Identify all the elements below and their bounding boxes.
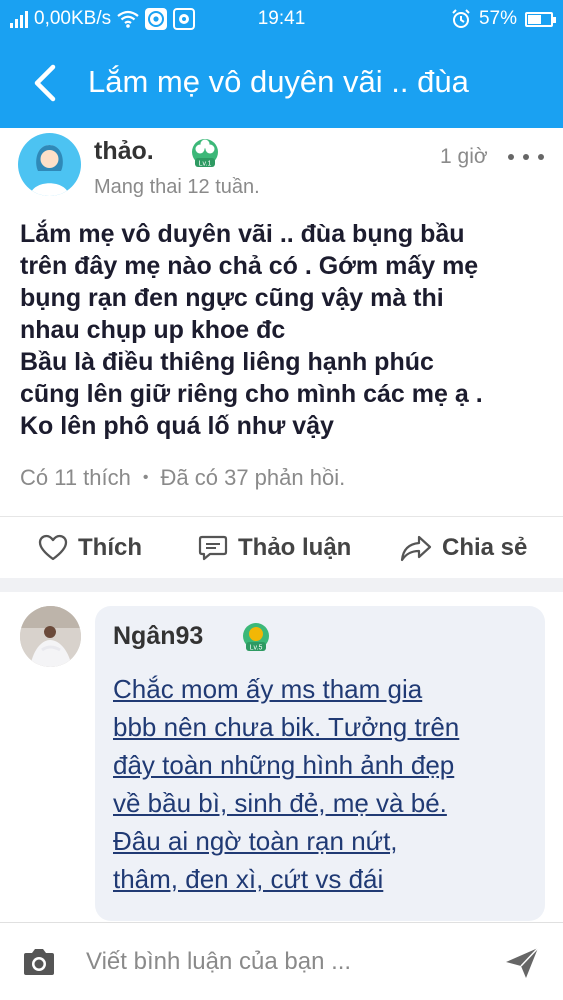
comment-author-avatar[interactable] [20, 606, 81, 667]
more-options-button[interactable] [508, 145, 544, 169]
avatar-user-icon [30, 145, 69, 196]
alarm-icon [452, 9, 470, 28]
share-icon [400, 535, 432, 561]
post-time: 1 giờ [440, 145, 488, 168]
share-button[interactable]: Chia sẻ [400, 517, 527, 578]
post-body-line: nhau chụp up khoe đc [20, 316, 286, 344]
post-author-subtitle: Mang thai 12 tuần. [94, 176, 260, 198]
post-actions: Thích Thảo luận Chia sẻ [0, 517, 563, 578]
back-button[interactable] [22, 60, 68, 106]
post-author-avatar[interactable] [18, 133, 81, 196]
replies-count[interactable]: Đã có 37 phản hồi. [161, 465, 346, 491]
share-label: Chia sẻ [442, 533, 528, 561]
comment-line: đây toàn những hình ảnh đẹp [113, 750, 455, 780]
level-badge-label: Lv.5 [250, 645, 263, 652]
comment-text: Chắc mom ấy ms tham gia bbb nên chưa bik… [113, 670, 533, 898]
level-badge-icon: Lv.1 [192, 139, 218, 168]
post-body-line: Lắm mẹ vô duyên vãi .. đùa bụng bầu [20, 220, 465, 248]
battery-percent: 57% [478, 8, 517, 29]
avatar-photo-icon [20, 606, 81, 667]
send-button[interactable] [502, 943, 542, 983]
level-badge-icon: Lv.5 [243, 623, 269, 652]
post-body-line: bụng rạn đen ngực cũng vậy mà thi [20, 284, 444, 312]
post-body-line: cũng lên giữ riêng cho mình các mẹ ạ . [20, 380, 483, 408]
page-title: Lắm mẹ vô duyên vãi .. đùa [88, 64, 469, 99]
comment-line: về bầu bì, sinh đẻ, mẹ và bé. [113, 788, 447, 818]
post-stats: Có 11 thích • Đã có 37 phản hồi. [20, 465, 345, 491]
dot-separator: • [142, 469, 149, 486]
discuss-button[interactable]: Thảo luận [198, 517, 351, 578]
comment-composer [0, 922, 563, 1000]
comment-line: bbb nên chưa bik. Tưởng trên [113, 712, 460, 742]
comment-line: Chắc mom ấy ms tham gia [113, 674, 423, 704]
status-bar: 0,00KB/s 19:41 57% [0, 0, 563, 38]
post-body: Lắm mẹ vô duyên vãi .. đùa bụng bầu trên… [20, 218, 550, 442]
like-button[interactable]: Thích [38, 517, 142, 578]
post-body-line: trên đây mẹ nào chả có . Gớm mấy mẹ [20, 252, 479, 280]
camera-icon [24, 949, 54, 975]
discuss-label: Thảo luận [238, 533, 352, 561]
likes-count[interactable]: Có 11 thích [20, 465, 131, 491]
send-icon [506, 947, 539, 978]
chevron-left-icon [34, 64, 56, 102]
battery-fill [528, 14, 541, 24]
section-separator [0, 578, 563, 592]
comment-line: Đâu ai ngờ toàn rạn nứt, [113, 826, 398, 856]
app-bar: Lắm mẹ vô duyên vãi .. đùa [0, 38, 563, 128]
comment-input[interactable] [86, 941, 476, 983]
post-author-name[interactable]: thảo. [94, 137, 154, 166]
level-badge-label: Lv.1 [199, 161, 212, 168]
post-body-line: Bầu là điều thiêng liêng hạnh phúc [20, 348, 434, 376]
post-body-line: Ko lên phô quá lố như vậy [20, 412, 334, 440]
comment-line: thâm, đen xì, cứt vs đái [113, 864, 384, 894]
status-right: 57% [451, 8, 556, 30]
comment-author-name[interactable]: Ngân93 [113, 622, 203, 651]
comment-icon [198, 535, 228, 560]
attach-photo-button[interactable] [20, 943, 58, 981]
heart-icon [38, 534, 68, 560]
like-label: Thích [78, 533, 142, 561]
battery-icon [525, 11, 556, 27]
